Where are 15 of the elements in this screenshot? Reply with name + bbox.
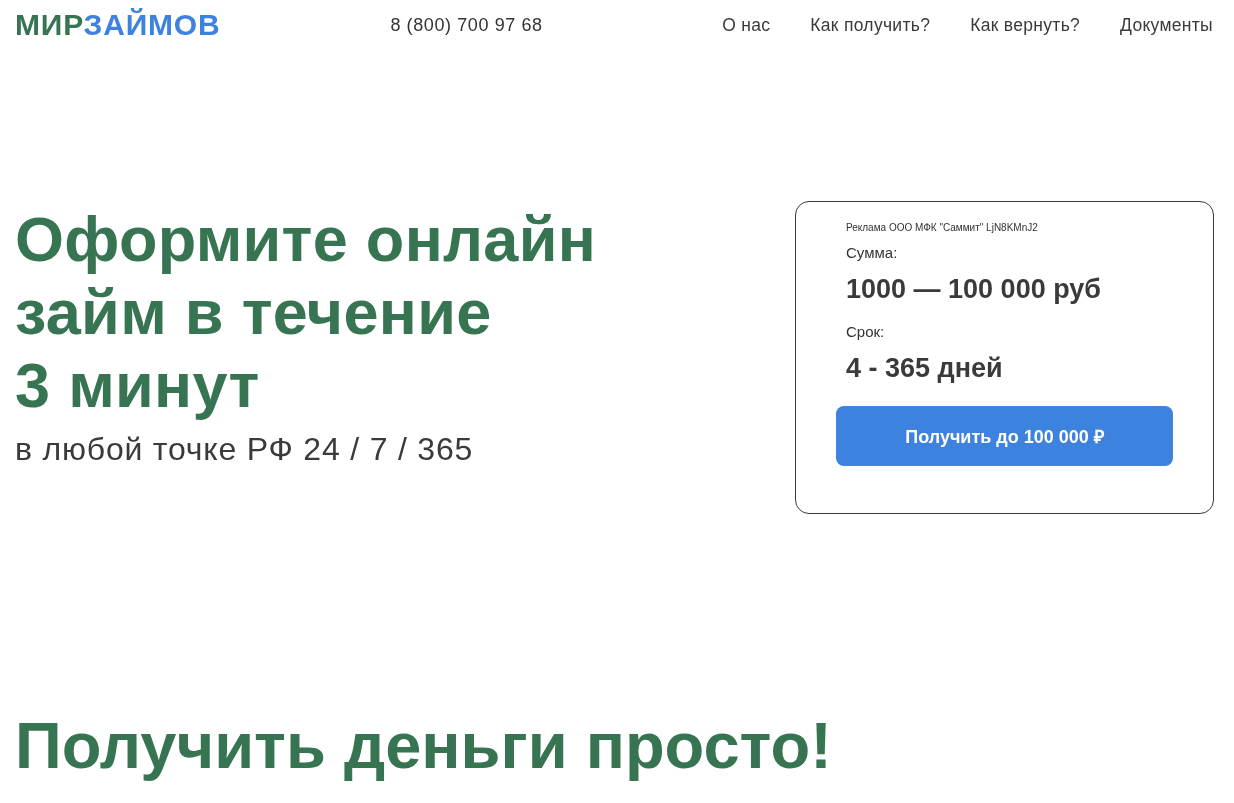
nav-link[interactable]: Документы bbox=[1120, 14, 1213, 36]
term-value: 4 - 365 дней bbox=[846, 352, 1004, 384]
amount-label: Сумма: bbox=[846, 244, 899, 262]
term-label: Срок: bbox=[846, 323, 886, 341]
phone-number: 8 (800) 700 97 68 bbox=[390, 14, 543, 36]
nav-link[interactable]: О нас bbox=[722, 14, 771, 36]
ad-notice: Реклама ООО МФК "Саммит" LjN8KMnJ2 bbox=[846, 221, 1039, 235]
get-loan-button[interactable]: Получить до 100 000 ₽ bbox=[836, 406, 1173, 466]
nav-link[interactable]: Как получить? bbox=[810, 14, 931, 36]
nav-link[interactable]: Как вернуть? bbox=[970, 14, 1081, 36]
logo[interactable]: МИРЗАЙМОВ bbox=[15, 8, 221, 42]
section-heading: Получить деньги просто! bbox=[15, 708, 832, 784]
hero-subtitle: в любой точке РФ 24 / 7 / 365 bbox=[15, 430, 475, 468]
hero-heading: Оформите онлайн займ в течение 3 минут bbox=[15, 203, 597, 422]
amount-value: 1000 — 100 000 руб bbox=[846, 273, 1102, 305]
